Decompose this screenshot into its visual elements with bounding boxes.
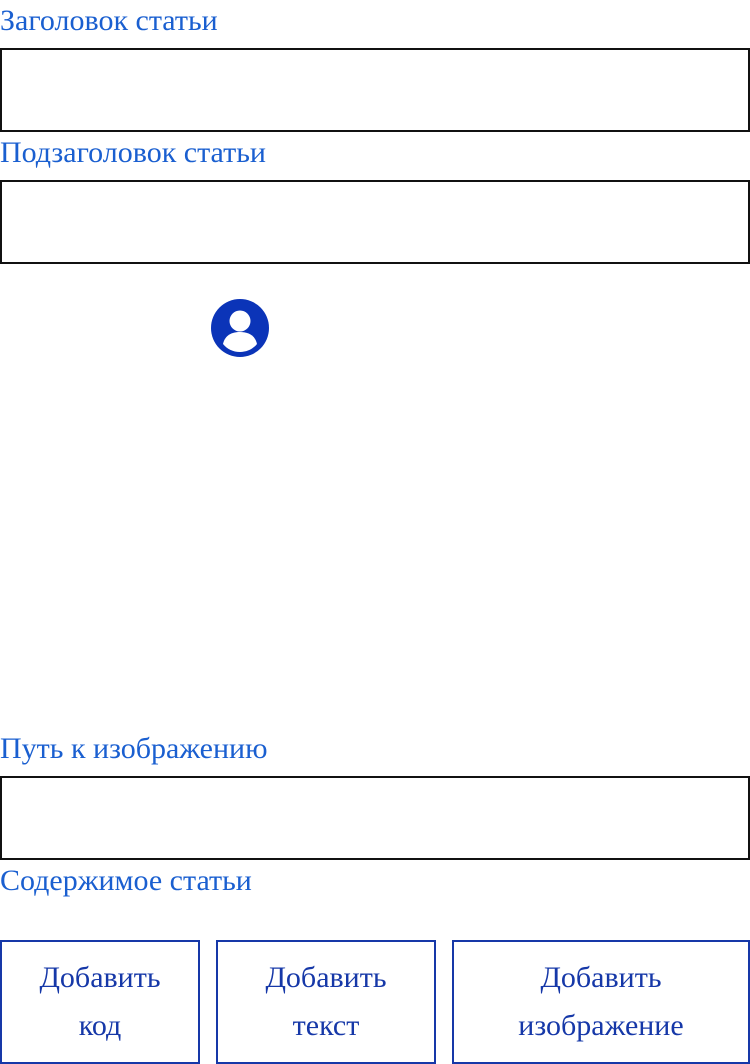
article-title-label: Заголовок статьи [0,4,218,37]
add-image-button[interactable]: Добавить изображение [452,940,750,1064]
image-path-input[interactable] [0,776,750,860]
add-text-button[interactable]: Добавить текст [216,940,436,1064]
article-editor-page: Заголовок статьи Подзаголовок статьи Пут… [0,0,750,1064]
article-subtitle-label: Подзаголовок статьи [0,136,266,169]
user-avatar [211,299,269,357]
image-path-label: Путь к изображению [0,732,268,765]
article-subtitle-input[interactable] [0,180,750,264]
article-content-label: Содержимое статьи [0,864,252,897]
article-title-input[interactable] [0,48,750,132]
add-code-button[interactable]: Добавить код [0,940,200,1064]
user-circle-icon [211,299,269,357]
